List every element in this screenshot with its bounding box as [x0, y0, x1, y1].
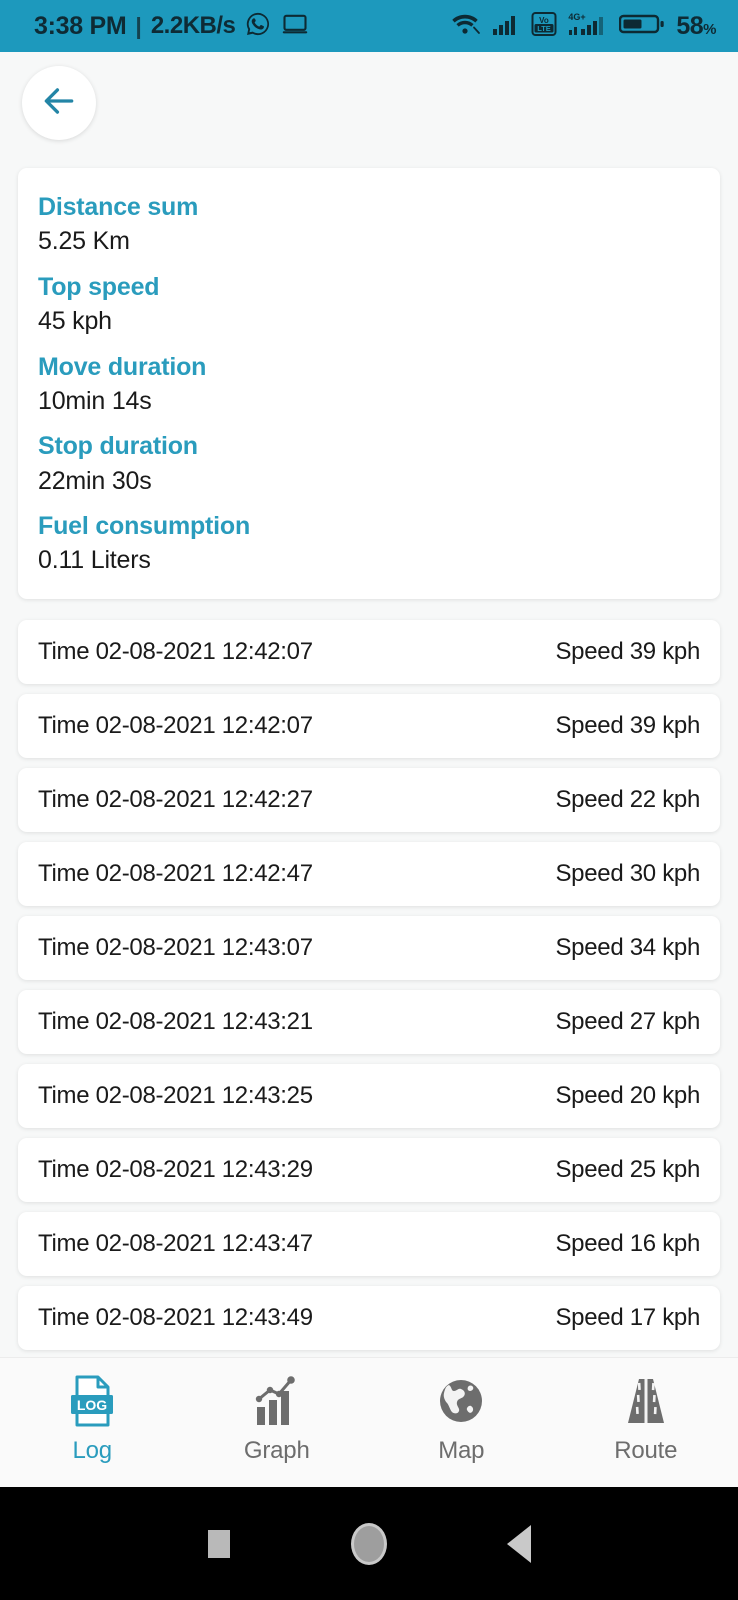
tab-graph[interactable]: Graph — [185, 1372, 370, 1465]
status-bar: 3:38 PM | 2.2KB/s Vo LTE 4G+ 58% — [0, 0, 738, 52]
log-time-label: Time 02-08-2021 12:42:27 — [38, 785, 313, 813]
back-navigation-button[interactable] — [22, 66, 96, 140]
svg-text:LOG: LOG — [77, 1397, 107, 1413]
log-file-icon: LOG — [66, 1372, 118, 1430]
back-arrow-icon — [40, 82, 78, 125]
wifi-icon — [449, 11, 481, 42]
table-row[interactable]: Time 02-08-2021 12:42:07 Speed 39 kph — [18, 693, 720, 758]
log-speed-label: Speed 22 kph — [555, 785, 700, 813]
stat-stop-duration: Stop duration 22min 30s — [38, 431, 700, 497]
log-time-label: Time 02-08-2021 12:42:07 — [38, 711, 313, 739]
svg-text:LTE: LTE — [538, 24, 552, 33]
stat-label: Move duration — [38, 352, 207, 381]
stat-value: 22min 30s — [38, 466, 152, 495]
table-row[interactable]: Time 02-08-2021 12:43:47 Speed 16 kph — [18, 1211, 720, 1276]
battery-percent-label: 58% — [676, 11, 716, 40]
whatsapp-icon — [244, 10, 272, 43]
volte-icon: Vo LTE — [531, 11, 557, 42]
status-clock: 3:38 PM — [34, 11, 127, 40]
bar-chart-icon — [251, 1372, 303, 1430]
network-speed-label: 2.2KB/s — [150, 12, 236, 39]
log-time-label: Time 02-08-2021 12:43:25 — [38, 1081, 313, 1109]
log-time-label: Time 02-08-2021 12:43:49 — [38, 1303, 313, 1331]
stat-value: 0.11 Liters — [38, 546, 151, 575]
log-speed-label: Speed 20 kph — [555, 1081, 700, 1109]
android-system-navigation — [0, 1487, 738, 1600]
log-time-label: Time 02-08-2021 12:43:47 — [38, 1229, 313, 1257]
svg-text:4G+: 4G+ — [569, 12, 586, 22]
cast-screen-icon — [281, 10, 309, 43]
status-bar-left: 3:38 PM | 2.2KB/s — [34, 10, 309, 43]
tab-log[interactable]: LOG Log — [0, 1372, 185, 1465]
log-speed-label: Speed 17 kph — [555, 1303, 700, 1331]
globe-icon — [435, 1372, 487, 1430]
scrollable-content[interactable]: Distance sum 5.25 Km Top speed 45 kph Mo… — [0, 52, 738, 1357]
log-speed-label: Speed 25 kph — [555, 1155, 700, 1183]
square-icon — [208, 1529, 230, 1558]
table-row[interactable]: Time 02-08-2021 12:42:47 Speed 30 kph — [18, 841, 720, 906]
table-row[interactable]: Time 02-08-2021 12:43:25 Speed 20 kph — [18, 1063, 720, 1128]
table-row[interactable]: Time 02-08-2021 12:43:29 Speed 25 kph — [18, 1137, 720, 1202]
road-icon — [620, 1372, 672, 1430]
header-bar — [0, 52, 738, 154]
table-row[interactable]: Time 02-08-2021 12:43:21 Speed 27 kph — [18, 989, 720, 1054]
status-bar-right: Vo LTE 4G+ 58% — [449, 11, 716, 42]
stat-label: Stop duration — [38, 432, 198, 461]
back-button[interactable] — [444, 1524, 594, 1563]
bottom-navigation-bar: LOG Log Graph Map Route — [0, 1357, 738, 1487]
log-time-label: Time 02-08-2021 12:42:47 — [38, 859, 313, 887]
tab-map[interactable]: Map — [369, 1372, 554, 1465]
log-time-label: Time 02-08-2021 12:42:07 — [38, 637, 313, 665]
trip-summary-card: Distance sum 5.25 Km Top speed 45 kph Mo… — [18, 168, 720, 599]
recents-button[interactable] — [144, 1529, 294, 1558]
table-row[interactable]: Time 02-08-2021 12:43:07 Speed 34 kph — [18, 915, 720, 980]
signal-sim1-icon — [492, 12, 520, 41]
log-speed-label: Speed 39 kph — [555, 711, 700, 739]
tab-label: Map — [438, 1437, 485, 1464]
log-speed-label: Speed 34 kph — [555, 933, 700, 961]
stat-label: Top speed — [38, 272, 160, 301]
log-time-label: Time 02-08-2021 12:43:21 — [38, 1007, 313, 1035]
log-speed-label: Speed 39 kph — [555, 637, 700, 665]
log-entry-list: Time 02-08-2021 12:42:07 Speed 39 kph Ti… — [0, 619, 738, 1357]
log-time-label: Time 02-08-2021 12:43:29 — [38, 1155, 313, 1183]
stat-top-speed: Top speed 45 kph — [38, 272, 700, 338]
stat-move-duration: Move duration 10min 14s — [38, 352, 700, 418]
table-row[interactable]: Time 02-08-2021 12:42:27 Speed 22 kph — [18, 767, 720, 832]
tab-label: Route — [614, 1437, 678, 1464]
stat-label: Distance sum — [38, 193, 199, 221]
circle-icon — [351, 1522, 387, 1565]
status-separator: | — [135, 12, 142, 39]
stat-fuel-consumption: Fuel consumption 0.11 Liters — [38, 511, 700, 577]
stat-distance-sum: Distance sum 5.25 Km — [38, 192, 700, 258]
stat-value: 45 kph — [38, 307, 112, 335]
table-row[interactable]: Time 02-08-2021 12:43:49 Speed 17 kph — [18, 1285, 720, 1350]
tab-label: Log — [72, 1437, 113, 1464]
log-speed-label: Speed 27 kph — [555, 1007, 700, 1035]
home-button[interactable] — [294, 1522, 444, 1565]
tab-route[interactable]: Route — [554, 1372, 738, 1465]
4gplus-signal-sim2-icon: 4G+ — [568, 11, 608, 42]
stat-value: 5.25 Km — [38, 227, 130, 256]
log-time-label: Time 02-08-2021 12:43:07 — [38, 933, 313, 961]
log-speed-label: Speed 30 kph — [555, 859, 700, 887]
table-row[interactable]: Time 02-08-2021 12:42:07 Speed 39 kph — [18, 619, 720, 684]
stat-label: Fuel consumption — [38, 512, 251, 540]
tab-label: Graph — [243, 1437, 310, 1464]
stat-value: 10min 14s — [38, 386, 152, 415]
battery-icon — [619, 11, 665, 42]
log-speed-label: Speed 16 kph — [555, 1229, 700, 1257]
triangle-left-icon — [507, 1524, 531, 1563]
